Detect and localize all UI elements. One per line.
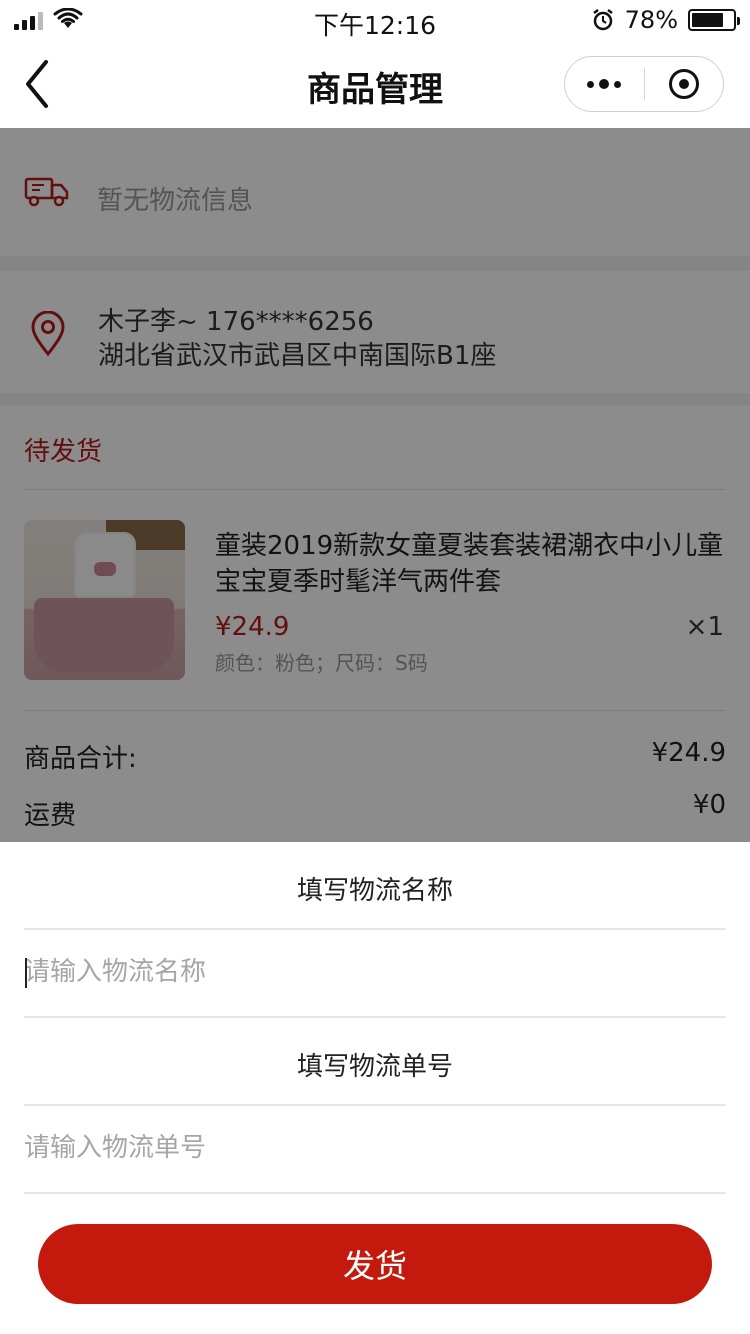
nav-bar: 商品管理 (0, 40, 750, 128)
target-close-icon (668, 69, 699, 99)
logistics-name-input[interactable] (24, 942, 726, 1002)
more-dots-icon (587, 80, 595, 88)
divider (24, 1192, 726, 1194)
more-dot (614, 80, 622, 88)
modal-overlay[interactable] (0, 128, 750, 842)
divider (24, 1016, 726, 1018)
ship-bottom-sheet: 填写物流名称 填写物流单号 发货 (0, 842, 750, 1334)
alarm-icon (592, 9, 613, 31)
ship-button[interactable]: 发货 (38, 1224, 712, 1304)
status-right: 78% (591, 6, 740, 34)
more-dot (599, 79, 610, 89)
battery-icon (688, 9, 740, 31)
tracking-number-input[interactable] (24, 1118, 726, 1178)
mini-program-capsule (564, 56, 724, 112)
close-button[interactable] (645, 57, 724, 111)
status-bar: 下午12:16 78% (0, 0, 750, 40)
battery-percent: 78% (624, 6, 678, 34)
text-caret (25, 958, 27, 988)
more-button[interactable] (565, 57, 644, 111)
battery-fill (692, 13, 724, 27)
tracking-number-title: 填写物流单号 (296, 1052, 453, 1082)
divider (24, 1104, 726, 1106)
logistics-name-title: 填写物流名称 (296, 876, 453, 906)
divider (24, 928, 726, 930)
